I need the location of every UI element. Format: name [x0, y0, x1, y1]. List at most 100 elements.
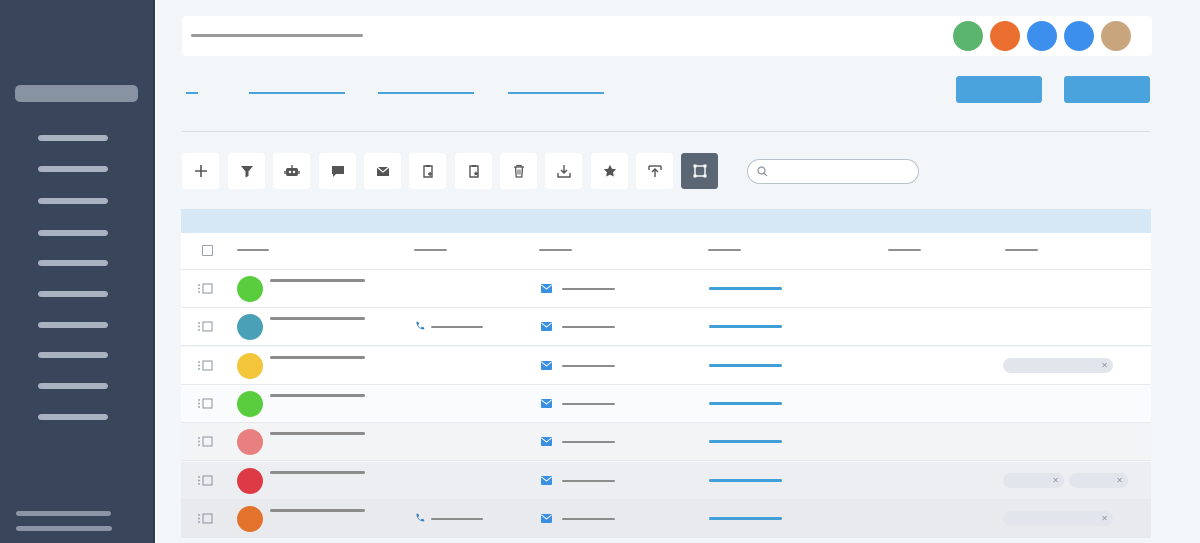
- email-button[interactable]: [364, 153, 401, 189]
- upload-icon: [647, 165, 662, 177]
- avatar[interactable]: [237, 467, 263, 494]
- contact-email[interactable]: [562, 402, 615, 405]
- automation-button[interactable]: [273, 153, 310, 189]
- upload-button[interactable]: [636, 153, 673, 189]
- primary-button-2[interactable]: [1064, 76, 1150, 103]
- star-button[interactable]: [591, 153, 628, 189]
- column-header-email[interactable]: [539, 249, 572, 251]
- tab-1[interactable]: [186, 92, 198, 94]
- remove-tag-icon[interactable]: ✕: [1101, 511, 1108, 526]
- tag-chip[interactable]: ✕: [1069, 472, 1128, 488]
- contact-name[interactable]: [270, 355, 365, 359]
- contact-name[interactable]: [270, 393, 365, 397]
- table-row[interactable]: [181, 384, 1151, 423]
- column-header-phone[interactable]: [414, 249, 447, 251]
- avatar[interactable]: [237, 314, 263, 341]
- contact-phone[interactable]: [431, 326, 483, 329]
- column-header-status[interactable]: [888, 249, 921, 251]
- column-header-tags[interactable]: [1005, 249, 1038, 251]
- table-row[interactable]: ✕: [181, 346, 1151, 385]
- contact-email[interactable]: [562, 326, 615, 329]
- sidebar-footer-item-2[interactable]: [16, 526, 112, 531]
- sidebar-item-1[interactable]: [38, 135, 108, 141]
- contact-link[interactable]: [709, 401, 782, 405]
- contact-name[interactable]: [270, 470, 365, 474]
- contact-name[interactable]: [270, 508, 365, 512]
- contact-email[interactable]: [562, 441, 615, 444]
- row-select-icon[interactable]: [197, 513, 213, 524]
- table-row[interactable]: ✕ ✕: [181, 461, 1151, 500]
- table-row[interactable]: ✕: [181, 499, 1151, 538]
- avatar[interactable]: [237, 276, 263, 302]
- avatar[interactable]: [237, 505, 263, 532]
- user-avatar-2[interactable]: [990, 21, 1020, 51]
- contact-link[interactable]: [709, 287, 782, 290]
- remove-tag-icon[interactable]: ✕: [1101, 358, 1108, 373]
- sidebar-item-5[interactable]: [38, 260, 108, 266]
- table-row[interactable]: [181, 423, 1151, 462]
- search-input[interactable]: [747, 159, 919, 184]
- sidebar-footer-item-1[interactable]: [16, 511, 111, 516]
- column-header-name[interactable]: [237, 249, 269, 251]
- tag-chip[interactable]: ✕: [1003, 472, 1064, 488]
- contact-email[interactable]: [562, 479, 615, 482]
- contact-phone[interactable]: [431, 517, 483, 520]
- tab-4[interactable]: [508, 92, 604, 94]
- sidebar-item-6[interactable]: [38, 291, 108, 297]
- table-row[interactable]: [181, 308, 1151, 347]
- favorite-list-button[interactable]: [455, 153, 492, 189]
- user-avatar-4[interactable]: [1064, 21, 1094, 51]
- contact-email[interactable]: [562, 288, 615, 290]
- sidebar-item-8[interactable]: [38, 352, 108, 358]
- column-header-link[interactable]: [708, 249, 741, 251]
- search-icon: [757, 166, 768, 177]
- sidebar-item-7[interactable]: [38, 322, 108, 328]
- delete-button[interactable]: [500, 153, 537, 189]
- user-avatar-3[interactable]: [1027, 21, 1057, 51]
- sidebar-item-3[interactable]: [38, 198, 108, 204]
- sidebar-logo[interactable]: [15, 85, 138, 102]
- user-avatar-5[interactable]: [1101, 21, 1131, 51]
- primary-button-1[interactable]: [956, 76, 1042, 103]
- filter-button[interactable]: [228, 153, 265, 189]
- remove-tag-icon[interactable]: ✕: [1052, 473, 1059, 488]
- phone-icon: [416, 513, 425, 522]
- tab-2[interactable]: [249, 92, 345, 94]
- avatar[interactable]: [237, 352, 263, 379]
- sidebar-item-10[interactable]: [38, 414, 108, 420]
- select-all-checkbox[interactable]: [202, 245, 213, 256]
- sidebar-item-2[interactable]: [38, 166, 108, 172]
- select-mode-button[interactable]: [681, 153, 718, 189]
- contact-name[interactable]: [270, 432, 365, 436]
- tab-3[interactable]: [378, 92, 474, 94]
- contact-email[interactable]: [562, 517, 615, 520]
- avatar[interactable]: [237, 429, 263, 456]
- user-avatar-1[interactable]: [953, 21, 983, 51]
- contact-link[interactable]: [709, 478, 782, 482]
- row-select-icon[interactable]: [197, 398, 213, 409]
- contact-link[interactable]: [709, 363, 782, 367]
- contact-link[interactable]: [709, 516, 782, 520]
- table-row[interactable]: [181, 270, 1151, 308]
- tag-chip[interactable]: ✕: [1003, 357, 1113, 373]
- sidebar-item-9[interactable]: [38, 383, 108, 389]
- sidebar-item-4[interactable]: [38, 230, 108, 236]
- tag-chip[interactable]: ✕: [1003, 510, 1113, 526]
- row-select-icon[interactable]: [197, 360, 213, 371]
- avatar[interactable]: [237, 390, 263, 417]
- add-to-list-button[interactable]: [409, 153, 446, 189]
- clipboard-add-icon: [422, 165, 433, 178]
- row-select-icon[interactable]: [197, 436, 213, 447]
- row-select-icon[interactable]: [197, 283, 213, 294]
- contact-link[interactable]: [709, 440, 782, 444]
- contact-name[interactable]: [270, 279, 365, 282]
- row-select-icon[interactable]: [197, 321, 213, 332]
- download-button[interactable]: [545, 153, 582, 189]
- contact-link[interactable]: [709, 325, 782, 329]
- message-button[interactable]: [319, 153, 356, 189]
- contact-email[interactable]: [562, 364, 615, 367]
- remove-tag-icon[interactable]: ✕: [1116, 473, 1123, 488]
- contact-name[interactable]: [270, 317, 365, 321]
- row-select-icon[interactable]: [197, 475, 213, 486]
- add-button[interactable]: [182, 153, 219, 189]
